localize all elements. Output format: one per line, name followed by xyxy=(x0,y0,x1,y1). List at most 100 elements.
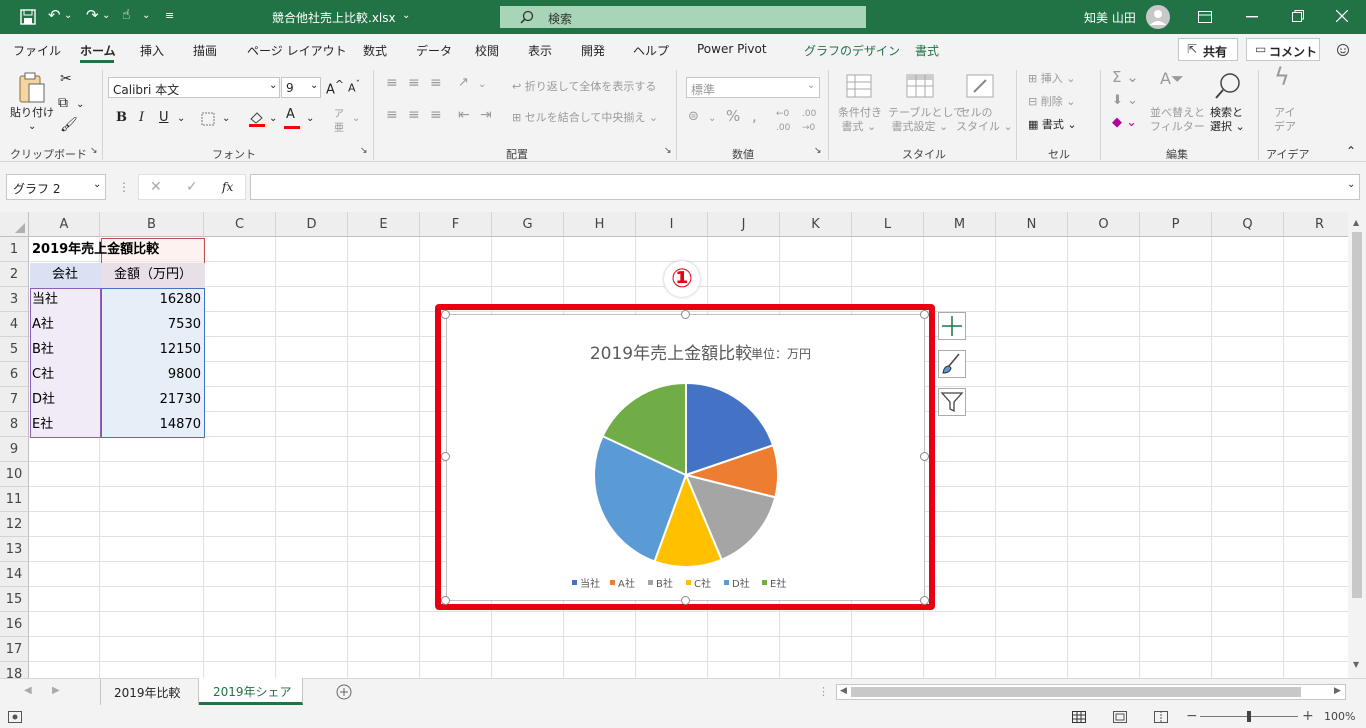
page-layout-view-icon[interactable] xyxy=(1113,711,1127,723)
comment-button[interactable]: ▭ コメント xyxy=(1246,38,1320,61)
prev-sheet-icon[interactable]: ◀ xyxy=(24,685,32,696)
paste-dropdown-icon[interactable]: ⌄ xyxy=(28,120,36,134)
delete-cells-button[interactable]: ⊟ 削除 ⌄ xyxy=(1028,95,1075,109)
fill-color-icon[interactable] xyxy=(248,110,266,128)
worksheet-grid[interactable]: ABCDEFGHIJKLMNOPQR 1 2 3 4 5 6 7 8 9 10 11 12 13 14 15… xyxy=(0,212,1348,678)
zoom-out-icon[interactable]: − xyxy=(1186,708,1198,724)
column-header[interactable]: R xyxy=(1284,212,1348,237)
cell-header-company[interactable]: 会社 xyxy=(30,262,100,287)
align-bottom-icon[interactable]: ≡ xyxy=(430,76,442,90)
cell-amount[interactable]: 7530 xyxy=(102,312,204,337)
cell-amount[interactable]: 12150 xyxy=(102,337,204,362)
undo-icon[interactable]: ↶ xyxy=(48,6,61,24)
row-header[interactable]: 17 xyxy=(0,637,29,662)
tab-file[interactable]: ファイル xyxy=(13,42,61,59)
scroll-up-icon[interactable]: ▲ xyxy=(1353,218,1359,227)
column-header[interactable]: F xyxy=(420,212,492,237)
find-select-button[interactable]: 検索と 選択 ⌄ xyxy=(1210,106,1245,134)
horizontal-scrollbar[interactable]: ◀ ▶ xyxy=(836,684,1346,700)
clipboard-launcher-icon[interactable]: ↘ xyxy=(90,146,98,156)
pie-slices[interactable] xyxy=(593,381,779,568)
column-header[interactable]: B xyxy=(100,212,204,237)
zoom-slider-thumb[interactable] xyxy=(1247,711,1251,722)
name-box[interactable]: グラフ 2 ⌄ xyxy=(6,174,106,200)
resize-handle[interactable] xyxy=(441,596,450,605)
row-header[interactable]: 4 xyxy=(0,312,29,337)
close-icon[interactable] xyxy=(1336,10,1348,22)
resize-handle[interactable] xyxy=(920,310,929,319)
tab-formulas[interactable]: 数式 xyxy=(363,42,387,59)
tab-review[interactable]: 校閲 xyxy=(475,42,499,59)
chart-filters-button[interactable] xyxy=(938,388,966,416)
row-header[interactable]: 18 xyxy=(0,662,29,678)
column-header[interactable]: J xyxy=(708,212,780,237)
add-sheet-icon[interactable] xyxy=(336,684,352,700)
find-select-icon[interactable] xyxy=(1214,72,1242,100)
scroll-left-icon[interactable]: ◀ xyxy=(840,686,847,696)
resize-handle[interactable] xyxy=(920,596,929,605)
share-button[interactable]: ⇱ 共有 xyxy=(1178,38,1238,61)
resize-handle[interactable] xyxy=(681,310,690,319)
zoom-level[interactable]: 100% xyxy=(1324,710,1355,723)
smiley-icon[interactable] xyxy=(1336,44,1350,56)
tab-draw[interactable]: 描画 xyxy=(193,42,217,59)
cell-styles-button[interactable]: セルの スタイル ⌄ xyxy=(956,106,1013,134)
chart-styles-button[interactable] xyxy=(938,350,966,378)
ideas-button[interactable]: アイ デア xyxy=(1274,106,1296,134)
font-color-icon[interactable]: A xyxy=(286,108,295,122)
underline-dropdown-icon[interactable]: ⌄ xyxy=(177,112,185,126)
sheet-tab-active[interactable]: 2019年シェア xyxy=(199,678,303,705)
cell-company[interactable]: A社 xyxy=(29,312,57,337)
ideas-icon[interactable]: ϟ xyxy=(1274,65,1290,89)
format-as-table-icon[interactable] xyxy=(906,74,934,98)
tab-developer[interactable]: 開発 xyxy=(581,42,605,59)
percent-icon[interactable]: % xyxy=(726,109,740,124)
select-all-corner[interactable] xyxy=(0,212,29,237)
font-size-select[interactable]: 9 ⌄ xyxy=(281,77,321,98)
next-sheet-icon[interactable]: ▶ xyxy=(52,685,60,696)
column-header[interactable]: Q xyxy=(1212,212,1284,237)
undo-dropdown-icon[interactable]: ⌄ xyxy=(64,10,72,21)
font-name-select[interactable]: Calibri 本文 ⌄ xyxy=(108,77,280,98)
conditional-format-icon[interactable] xyxy=(846,74,872,98)
touch-dropdown-icon[interactable]: ⌄ xyxy=(142,10,150,21)
resize-handle[interactable] xyxy=(441,310,450,319)
orientation-dropdown-icon[interactable]: ⌄ xyxy=(478,78,486,92)
resize-handle[interactable] xyxy=(920,452,929,461)
column-header[interactable]: C xyxy=(204,212,276,237)
conditional-format-button[interactable]: 条件付き 書式 ⌄ xyxy=(838,106,882,134)
autosum-icon[interactable]: Σ ⌄ xyxy=(1112,70,1139,85)
copy-dropdown-icon[interactable]: ⌄ xyxy=(76,98,84,112)
tab-data[interactable]: データ xyxy=(416,42,452,59)
cut-icon[interactable]: ✂ xyxy=(60,72,72,86)
row-header[interactable]: 6 xyxy=(0,362,29,387)
column-header[interactable]: O xyxy=(1068,212,1140,237)
column-header[interactable]: A xyxy=(29,212,100,237)
phonetic-icon[interactable]: ア亜 xyxy=(334,108,344,136)
row-header[interactable]: 8 xyxy=(0,412,29,437)
cell-company[interactable]: D社 xyxy=(29,387,58,412)
decrease-decimal-icon[interactable]: .00 →0 xyxy=(802,107,816,135)
cell-company[interactable]: 当社 xyxy=(29,287,61,312)
increase-decimal-icon[interactable]: ←0.00 xyxy=(776,107,790,135)
pie-chart[interactable]: 2019年売上金額比較 単位：万円 当社 A社 B社 C社 D社 E社 xyxy=(447,315,926,602)
column-header[interactable]: I xyxy=(636,212,708,237)
sort-filter-icon[interactable]: A⏷ xyxy=(1160,71,1184,87)
touch-mode-icon[interactable]: ☝ xyxy=(122,7,131,23)
align-right-icon[interactable]: ≡ xyxy=(430,108,442,122)
italic-icon[interactable]: I xyxy=(139,111,144,125)
row-header[interactable]: 9 xyxy=(0,437,29,462)
cell-amount[interactable]: 16280 xyxy=(102,287,204,312)
scroll-right-icon[interactable]: ▶ xyxy=(1334,686,1341,696)
tab-chart-design[interactable]: グラフのデザイン xyxy=(804,42,900,59)
chart-elements-button[interactable] xyxy=(938,312,966,340)
align-top-icon[interactable]: ≡ xyxy=(386,76,398,90)
orientation-icon[interactable]: ↗ xyxy=(458,76,469,90)
filename-dropdown-icon[interactable]: ⌄ xyxy=(402,10,410,21)
tab-view[interactable]: 表示 xyxy=(528,42,552,59)
font-shrink-icon[interactable]: Aˇ xyxy=(348,78,360,96)
split-handle-icon[interactable]: ⋮ xyxy=(818,685,829,698)
row-header[interactable]: 14 xyxy=(0,562,29,587)
row-header[interactable]: 12 xyxy=(0,512,29,537)
phonetic-dropdown-icon[interactable]: ⌄ xyxy=(352,112,360,126)
